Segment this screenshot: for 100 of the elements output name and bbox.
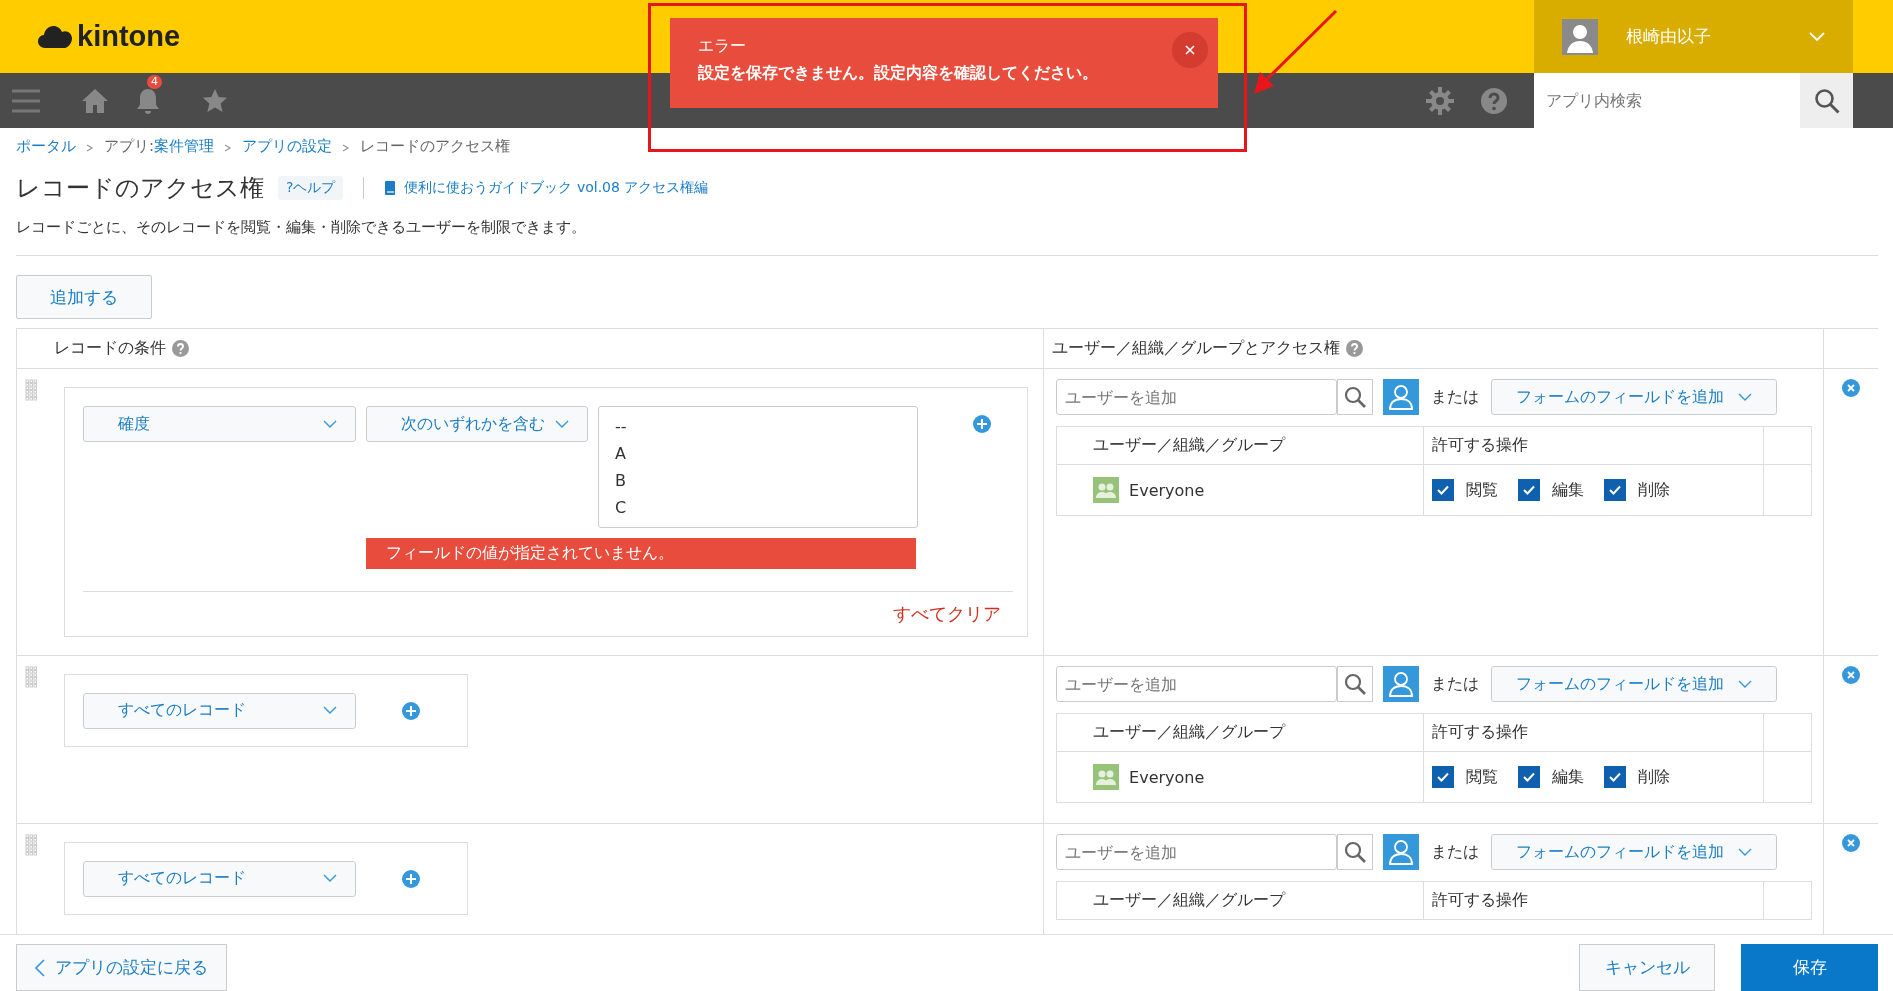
table-cell: Everyone: [1129, 480, 1205, 500]
table-header: 許可する操作: [1424, 714, 1765, 751]
checkbox[interactable]: [1604, 766, 1627, 788]
add-form-field-dropdown[interactable]: フォームのフィールドを追加: [1491, 834, 1778, 870]
remove-icon[interactable]: [1842, 666, 1860, 684]
checkbox-label: 削除: [1638, 766, 1671, 788]
checkbox-label: 削除: [1638, 479, 1671, 501]
add-icon[interactable]: [402, 869, 420, 888]
search-button[interactable]: [1800, 73, 1853, 128]
checkbox-label: 編集: [1552, 766, 1585, 788]
breadcrumb-link[interactable]: ポータル: [16, 136, 76, 156]
add-form-field-dropdown[interactable]: フォームのフィールドを追加: [1491, 666, 1778, 702]
chevron-down-icon: [323, 706, 337, 715]
page-description: レコードごとに、そのレコードを閲覧・編集・削除できるユーザーを制限できます。: [16, 218, 587, 237]
help-icon[interactable]: [1346, 340, 1364, 357]
menu-icon[interactable]: [12, 88, 40, 113]
user-picker-button[interactable]: [1383, 666, 1420, 702]
or-label: または: [1431, 673, 1480, 695]
add-icon[interactable]: [402, 701, 420, 720]
breadcrumb-label: アプリ:: [104, 136, 155, 156]
list-option[interactable]: C: [615, 494, 901, 521]
chevron-down-icon: [1738, 847, 1753, 857]
search-field[interactable]: アプリ内検索: [1534, 73, 1800, 128]
breadcrumb-link[interactable]: 案件管理: [154, 136, 215, 156]
breadcrumb-chevron-icon: [224, 144, 233, 152]
user-picker-button[interactable]: [1383, 379, 1420, 415]
breadcrumb-chevron-icon: [342, 144, 351, 152]
chevron-down-icon: [1738, 392, 1753, 402]
check-icon: [1523, 772, 1536, 782]
remove-icon[interactable]: [1842, 379, 1860, 397]
checkbox[interactable]: [1604, 479, 1627, 501]
checkbox[interactable]: [1518, 479, 1541, 501]
checkbox-label: 閲覧: [1466, 766, 1499, 788]
cancel-button[interactable]: キャンセル: [1579, 944, 1715, 991]
settings-icon[interactable]: [1426, 86, 1454, 115]
check-icon: [1437, 485, 1450, 495]
search-button[interactable]: [1337, 834, 1374, 870]
drag-handle-icon[interactable]: [25, 666, 37, 688]
checkbox-label: 編集: [1552, 479, 1585, 501]
drag-handle-icon[interactable]: [25, 379, 37, 401]
clear-all-link[interactable]: すべてクリア: [893, 602, 1002, 626]
user-search-field[interactable]: ユーザーを追加: [1056, 834, 1338, 870]
help-link[interactable]: ?ヘルプ: [278, 176, 344, 200]
error-message: フィールドの値が指定されていません。: [366, 538, 916, 569]
notification-badge-tooltip: 4: [147, 74, 162, 89]
field-dropdown[interactable]: すべてのレコード: [83, 692, 356, 729]
check-icon: [1609, 772, 1622, 782]
list-option[interactable]: B: [615, 467, 901, 494]
search-button[interactable]: [1337, 379, 1374, 415]
breadcrumb-chevron-icon: [86, 144, 94, 152]
back-button[interactable]: アプリの設定に戻る: [16, 944, 227, 991]
home-icon[interactable]: [81, 87, 109, 114]
search-icon: [1813, 87, 1840, 114]
star-icon[interactable]: [202, 87, 228, 114]
group-icon: [1093, 764, 1120, 790]
chevron-down-icon: [1738, 679, 1753, 689]
remove-icon[interactable]: [1842, 834, 1860, 852]
table-header: 許可する操作: [1424, 882, 1765, 919]
field-dropdown[interactable]: 確度: [83, 406, 356, 442]
close-button[interactable]: [1172, 32, 1208, 68]
logo-text: kintone: [77, 20, 181, 53]
book-icon: [384, 180, 397, 196]
checkbox[interactable]: [1432, 479, 1455, 501]
list-option[interactable]: --: [615, 413, 901, 440]
drag-handle-icon[interactable]: [25, 834, 37, 856]
add-button[interactable]: 追加する: [16, 275, 152, 319]
search-icon: [1344, 386, 1367, 408]
chevron-down-icon: [1809, 31, 1825, 42]
checkbox[interactable]: [1518, 766, 1541, 788]
check-icon: [1609, 485, 1622, 495]
person-icon: [1389, 384, 1414, 410]
list-option[interactable]: A: [615, 440, 901, 467]
user-search-field[interactable]: ユーザーを追加: [1056, 379, 1338, 415]
operator-dropdown[interactable]: 次のいずれかを含む: [366, 406, 588, 442]
help-icon[interactable]: [172, 340, 189, 357]
field-dropdown[interactable]: すべてのレコード: [83, 860, 356, 897]
user-search-field[interactable]: ユーザーを追加: [1056, 666, 1338, 702]
table-header: ユーザー／組織／グループ: [1057, 882, 1425, 919]
person-icon: [1389, 671, 1414, 697]
person-icon: [1389, 839, 1414, 865]
user-picker-button[interactable]: [1383, 834, 1420, 870]
page-title: レコードのアクセス権: [16, 173, 264, 204]
chevron-down-icon: [555, 419, 569, 429]
bell-icon[interactable]: [135, 86, 161, 115]
breadcrumb-link[interactable]: アプリの設定: [242, 136, 333, 156]
check-icon: [1523, 485, 1536, 495]
help-icon[interactable]: [1480, 86, 1508, 115]
group-icon: [1093, 477, 1120, 503]
table-header: ユーザー／組織／グループ: [1057, 427, 1425, 464]
save-button[interactable]: 保存: [1741, 944, 1878, 991]
chevron-down-icon: [323, 874, 337, 883]
add-form-field-dropdown[interactable]: フォームのフィールドを追加: [1491, 379, 1778, 415]
close-icon: [1184, 44, 1196, 56]
checkbox[interactable]: [1432, 766, 1455, 788]
search-button[interactable]: [1337, 666, 1374, 702]
column-header: レコードの条件: [54, 338, 166, 359]
guide-link[interactable]: 便利に使おうガイドブック vol.08 アクセス権編: [404, 179, 709, 197]
add-icon[interactable]: [973, 415, 991, 433]
cloud-logo-icon: [37, 23, 73, 50]
or-label: または: [1431, 841, 1480, 863]
